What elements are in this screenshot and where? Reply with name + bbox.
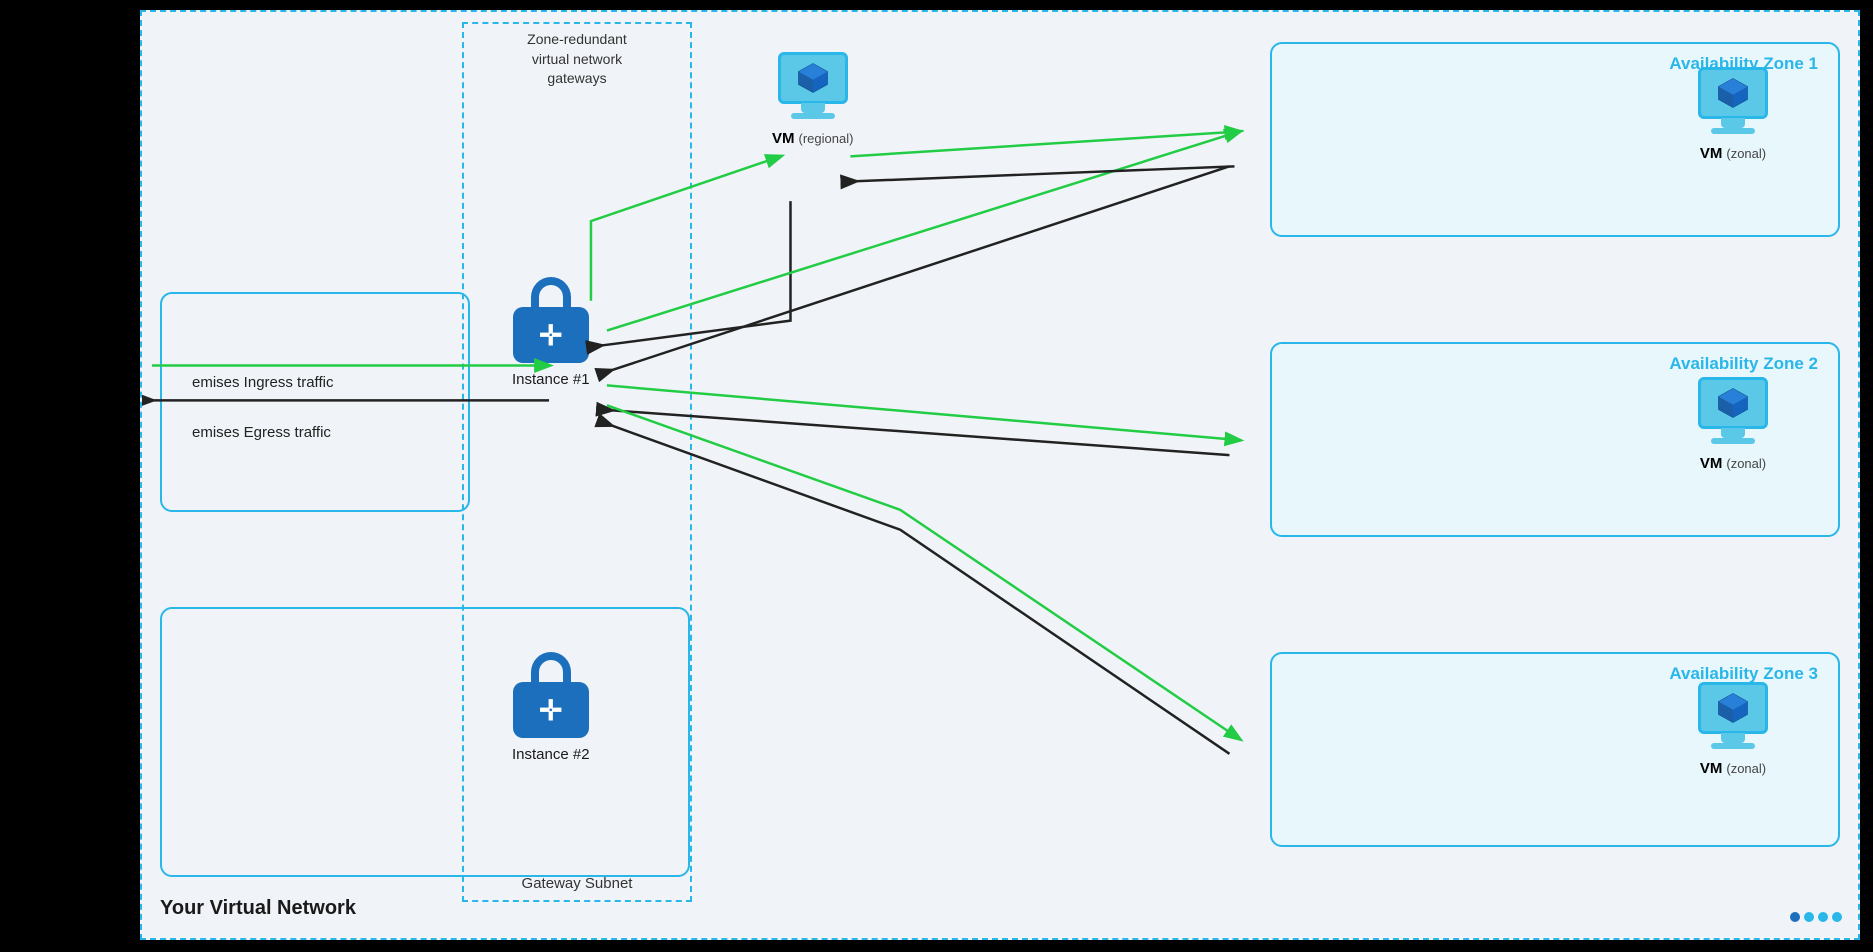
vm-az1-sublabel: (zonal): [1726, 146, 1766, 161]
nav-dot-4[interactable]: [1832, 912, 1842, 922]
lock-body-1: ✛: [513, 307, 589, 363]
instance1-icon: ✛ Instance #1: [512, 277, 590, 388]
nav-dots[interactable]: [1790, 912, 1842, 922]
vm-regional-sublabel: (regional): [799, 131, 854, 146]
instance2-icon: ✛ Instance #2: [512, 652, 590, 763]
instance2-box: [160, 607, 690, 877]
vm-az2-label: VM: [1700, 455, 1723, 472]
ingress-traffic-label: emises Ingress traffic: [192, 374, 333, 391]
nav-dot-3[interactable]: [1818, 912, 1828, 922]
vm-az2-sublabel: (zonal): [1726, 456, 1766, 471]
az3-title: Availability Zone 3: [1669, 664, 1818, 684]
instance1-lock-icon: ✛: [513, 277, 589, 363]
az2-title: Availability Zone 2: [1669, 354, 1818, 374]
vm-regional-monitor: [778, 52, 848, 104]
vm-az1-label: VM: [1700, 145, 1723, 162]
instance1-label: Instance #1: [512, 371, 590, 388]
vm-az2-monitor: [1698, 377, 1768, 429]
vm-az3-monitor: [1698, 682, 1768, 734]
vm-az3-icon: VM (zonal): [1698, 682, 1768, 777]
traffic-box: emises Ingress traffic emises Egress tra…: [160, 292, 470, 512]
vm-az1-cube-icon: [1715, 75, 1751, 111]
lock-body-2: ✛: [513, 682, 589, 738]
vm-az1-icon: VM (zonal): [1698, 67, 1768, 162]
vm-az3-cube-icon: [1715, 690, 1751, 726]
vm-az3-label: VM: [1700, 760, 1723, 777]
vm-regional-icon: VM (regional): [772, 52, 853, 147]
vm-regional-cube-icon: [795, 60, 831, 96]
vnet-label: Your Virtual Network: [160, 897, 356, 920]
vm-az1-monitor: [1698, 67, 1768, 119]
vm-regional-label: VM: [772, 130, 795, 147]
vm-az2-icon: VM (zonal): [1698, 377, 1768, 472]
egress-traffic-label: emises Egress traffic: [192, 424, 331, 441]
lock-arrows-1: ✛: [539, 319, 562, 352]
instance2-lock-icon: ✛: [513, 652, 589, 738]
diagram-container: Zone-redundant virtual network gateways …: [140, 10, 1860, 940]
gateway-subnet-label: Gateway Subnet: [522, 875, 633, 892]
instance2-label: Instance #2: [512, 746, 590, 763]
vm-az2-cube-icon: [1715, 385, 1751, 421]
vm-az3-sublabel: (zonal): [1726, 761, 1766, 776]
lock-arrows-2: ✛: [539, 694, 562, 727]
nav-dot-1[interactable]: [1790, 912, 1800, 922]
nav-dot-2[interactable]: [1804, 912, 1814, 922]
